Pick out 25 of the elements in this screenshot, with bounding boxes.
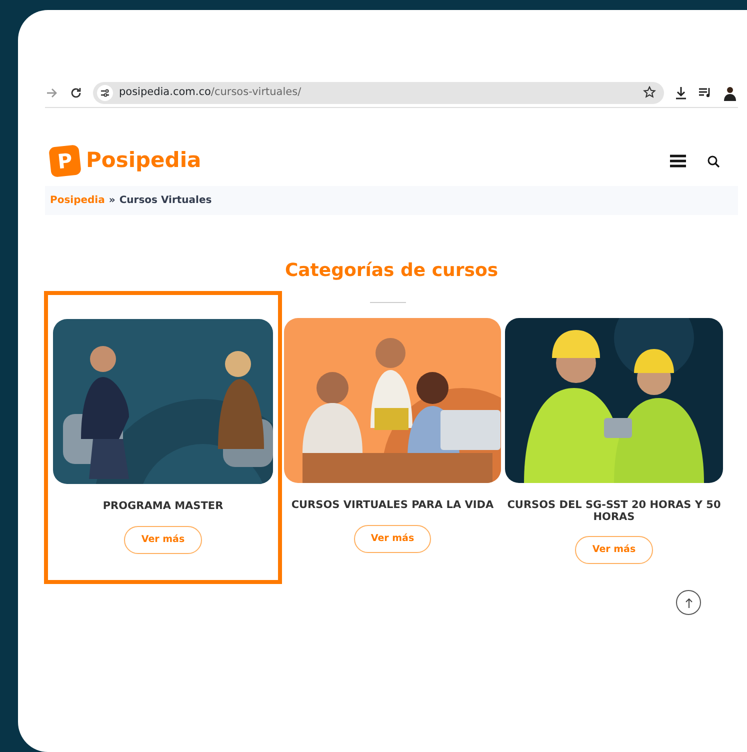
view-more-button[interactable]: Ver más bbox=[575, 536, 653, 564]
category-title: CURSOS VIRTUALES PARA LA VIDA bbox=[291, 500, 494, 512]
reload-icon[interactable] bbox=[69, 86, 83, 100]
url-text: posipedia.com.co/cursos-virtuales/ bbox=[119, 84, 302, 100]
logo-icon[interactable]: P bbox=[48, 144, 82, 178]
view-more-button[interactable]: Ver más bbox=[124, 526, 202, 554]
arrow-up-icon bbox=[684, 598, 692, 608]
category-title: PROGRAMA MASTER bbox=[102, 501, 224, 513]
playlist-icon[interactable] bbox=[698, 86, 712, 100]
address-bar[interactable]: posipedia.com.co/cursos-virtuales/ bbox=[93, 82, 664, 104]
section-title: Categorías de cursos bbox=[284, 259, 500, 283]
breadcrumb-link[interactable]: Posipedia bbox=[50, 193, 105, 208]
breadcrumb-current: Cursos Virtuales bbox=[119, 194, 212, 208]
avatar-icon[interactable] bbox=[722, 84, 738, 100]
logo-text[interactable]: Posipedia bbox=[86, 145, 202, 177]
view-more-button[interactable]: Ver más bbox=[354, 524, 432, 553]
breadcrumb-separator: » bbox=[108, 194, 116, 208]
search-icon[interactable] bbox=[707, 154, 720, 168]
scroll-to-top-button[interactable] bbox=[676, 590, 701, 615]
tune-icon[interactable] bbox=[100, 88, 110, 98]
star-icon[interactable] bbox=[643, 86, 656, 99]
category-title: CURSOS DEL SG-SST 20 HORAS Y 50 HORAS bbox=[506, 500, 722, 524]
forward-icon[interactable] bbox=[45, 86, 59, 100]
menu-icon[interactable] bbox=[669, 154, 687, 168]
download-icon[interactable] bbox=[674, 86, 688, 100]
